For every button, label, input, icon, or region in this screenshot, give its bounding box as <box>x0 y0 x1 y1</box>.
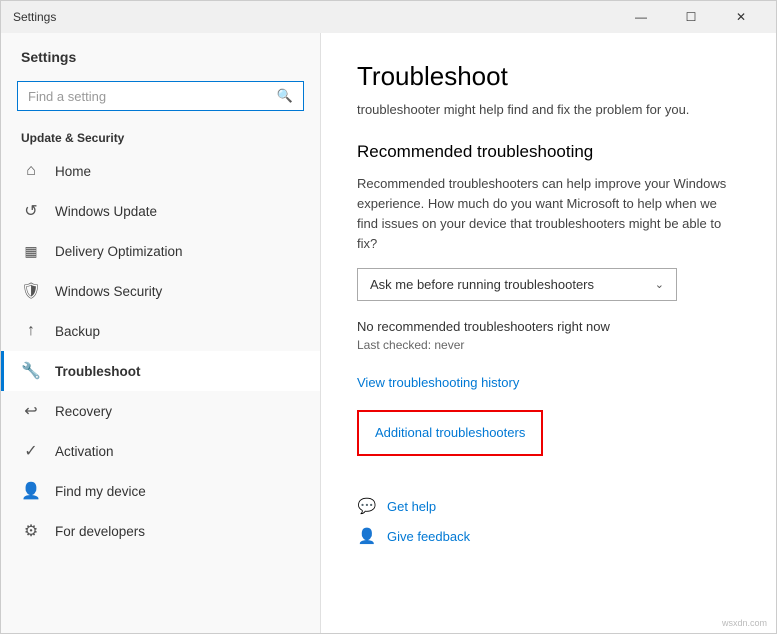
backup-icon: ↑ <box>21 321 41 341</box>
troubleshooter-dropdown[interactable]: Ask me before running troubleshooters ⌄ <box>357 268 677 301</box>
sidebar-item-label-home: Home <box>55 164 91 179</box>
delivery-icon: ▦ <box>21 241 41 261</box>
sidebar-item-label-developers: For developers <box>55 524 145 539</box>
sidebar-item-delivery-optimization[interactable]: ▦ Delivery Optimization <box>1 231 320 271</box>
sidebar-item-label-find-device: Find my device <box>55 484 146 499</box>
sidebar-item-activation[interactable]: ✓ Activation <box>1 431 320 471</box>
get-help-item[interactable]: 💬 Get help <box>357 496 740 516</box>
sidebar-item-label-troubleshoot: Troubleshoot <box>55 364 141 379</box>
give-feedback-item[interactable]: 👤 Give feedback <box>357 526 740 546</box>
sidebar-item-windows-update[interactable]: ↺ Windows Update <box>1 191 320 231</box>
sidebar-item-troubleshoot[interactable]: 🔧 Troubleshoot <box>1 351 320 391</box>
recovery-icon: ↩ <box>21 401 41 421</box>
give-feedback-icon: 👤 <box>357 526 377 546</box>
update-icon: ↺ <box>21 201 41 221</box>
sidebar-item-recovery[interactable]: ↩ Recovery <box>1 391 320 431</box>
recommended-section-title: Recommended troubleshooting <box>357 142 740 162</box>
activation-icon: ✓ <box>21 441 41 461</box>
sidebar-item-label-windows-update: Windows Update <box>55 204 157 219</box>
minimize-button[interactable]: — <box>618 1 664 33</box>
page-title: Troubleshoot <box>357 61 740 92</box>
give-feedback-label: Give feedback <box>387 529 470 544</box>
titlebar: Settings — ☐ ✕ <box>1 1 776 33</box>
chevron-down-icon: ⌄ <box>655 278 664 291</box>
developers-icon: ⚙ <box>21 521 41 541</box>
titlebar-title: Settings <box>13 10 56 24</box>
sidebar-item-find-my-device[interactable]: 👤 Find my device <box>1 471 320 511</box>
sidebar-item-windows-security[interactable]: 🛡 Windows Security <box>1 271 320 311</box>
maximize-button[interactable]: ☐ <box>668 1 714 33</box>
additional-troubleshooters-box[interactable]: Additional troubleshooters <box>357 410 543 456</box>
status-text: No recommended troubleshooters right now <box>357 319 740 334</box>
sidebar-item-backup[interactable]: ↑ Backup <box>1 311 320 351</box>
section-label: Update & Security <box>1 123 320 151</box>
sidebar: Settings 🔍 Update & Security ⌂ Home ↺ Wi… <box>1 33 321 633</box>
main-content: Troubleshoot troubleshooter might help f… <box>321 33 776 633</box>
sidebar-title: Settings <box>1 33 320 73</box>
sidebar-item-for-developers[interactable]: ⚙ For developers <box>1 511 320 551</box>
search-icon: 🔍 <box>267 82 303 110</box>
dropdown-value: Ask me before running troubleshooters <box>370 277 594 292</box>
help-items: 💬 Get help 👤 Give feedback <box>357 496 740 546</box>
sidebar-item-label-security: Windows Security <box>55 284 162 299</box>
close-button[interactable]: ✕ <box>718 1 764 33</box>
troubleshoot-icon: 🔧 <box>21 361 41 381</box>
find-device-icon: 👤 <box>21 481 41 501</box>
get-help-icon: 💬 <box>357 496 377 516</box>
view-history-link[interactable]: View troubleshooting history <box>357 375 519 390</box>
intro-text: troubleshooter might help find and fix t… <box>357 100 740 120</box>
titlebar-controls: — ☐ ✕ <box>618 1 764 33</box>
sidebar-item-label-recovery: Recovery <box>55 404 112 419</box>
search-input[interactable] <box>18 83 267 110</box>
sidebar-item-label-activation: Activation <box>55 444 114 459</box>
recommended-description: Recommended troubleshooters can help imp… <box>357 174 740 255</box>
last-checked-text: Last checked: never <box>357 338 740 352</box>
sidebar-item-label-backup: Backup <box>55 324 100 339</box>
additional-troubleshooters-link[interactable]: Additional troubleshooters <box>375 425 525 440</box>
search-box[interactable]: 🔍 <box>17 81 304 111</box>
get-help-label: Get help <box>387 499 436 514</box>
window-content: Settings 🔍 Update & Security ⌂ Home ↺ Wi… <box>1 33 776 633</box>
home-icon: ⌂ <box>21 161 41 181</box>
shield-icon: 🛡 <box>21 281 41 301</box>
settings-window: Settings — ☐ ✕ Settings 🔍 Update & Secur… <box>0 0 777 634</box>
sidebar-item-label-delivery: Delivery Optimization <box>55 244 183 259</box>
sidebar-item-home[interactable]: ⌂ Home <box>1 151 320 191</box>
